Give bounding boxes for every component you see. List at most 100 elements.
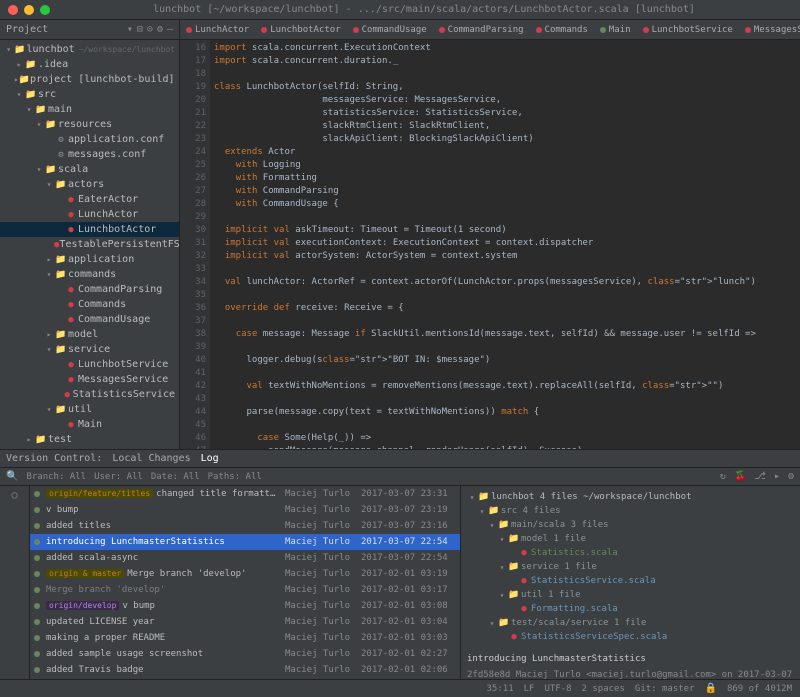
- editor-tab[interactable]: CommandUsage: [347, 20, 433, 39]
- tree-item[interactable]: ▾📁src: [0, 87, 179, 102]
- gear-icon[interactable]: ⚙: [157, 24, 163, 35]
- tree-item[interactable]: ▾📁actors: [0, 177, 179, 192]
- search-icon[interactable]: 🔍: [6, 471, 18, 482]
- editor-tab[interactable]: Commands: [530, 20, 594, 39]
- commit-row[interactable]: origin/developv bumpMaciej Turlo2017-02-…: [30, 598, 460, 614]
- tree-item[interactable]: ⚙messages.conf: [0, 147, 179, 162]
- commit-row[interactable]: added sample usage screenshotMaciej Turl…: [30, 646, 460, 662]
- commit-details: ▾📁lunchbot 4 files ~/workspace/lunchbot▾…: [460, 486, 800, 679]
- tree-item[interactable]: ▸📁project [lunchbot-build]sources root: [0, 72, 179, 87]
- dropdown-icon[interactable]: ▾: [127, 24, 133, 35]
- vcs-toolbar: ○: [0, 486, 30, 679]
- tree-item[interactable]: ▾📁resources: [0, 117, 179, 132]
- commit-row[interactable]: added Travis badgeMaciej Turlo2017-02-01…: [30, 662, 460, 678]
- indent[interactable]: 2 spaces: [582, 684, 625, 694]
- tree-item[interactable]: ▾📁commands: [0, 267, 179, 282]
- filter-paths[interactable]: Paths: All: [208, 472, 262, 482]
- changed-file-item[interactable]: ▾📁model 1 file: [467, 532, 794, 546]
- tree-item[interactable]: ▸📁test: [0, 432, 179, 447]
- statusbar: 35:11 LF UTF-8 2 spaces Git: master 🔒 86…: [0, 679, 800, 697]
- hide-icon[interactable]: —: [167, 24, 173, 35]
- editor-area: LunchActorLunchbotActorCommandUsageComma…: [180, 20, 800, 449]
- tree-item[interactable]: ●CommandUsage: [0, 312, 179, 327]
- changed-file-item[interactable]: ●Statistics.scala: [467, 546, 794, 560]
- collapse-icon[interactable]: ⊟: [137, 24, 143, 35]
- tree-item[interactable]: ▾📁lunchbot~/workspace/lunchbot: [0, 42, 179, 57]
- lock-icon[interactable]: 🔒: [705, 683, 717, 694]
- project-label: Project: [6, 24, 123, 35]
- changed-file-item[interactable]: ●StatisticsServiceSpec.scala: [467, 630, 794, 644]
- changed-files-tree[interactable]: ▾📁lunchbot 4 files ~/workspace/lunchbot▾…: [467, 490, 794, 644]
- commit-row[interactable]: origin/feature/titleschanged title forma…: [30, 486, 460, 502]
- graph-icon[interactable]: ○: [11, 490, 17, 501]
- commit-row[interactable]: introducing LunchmasterStatisticsMaciej …: [30, 534, 460, 550]
- changed-file-item[interactable]: ▾📁service 1 file: [467, 560, 794, 574]
- editor-tab[interactable]: MessagesService: [739, 20, 800, 39]
- editor-tab[interactable]: LunchActor: [180, 20, 255, 39]
- tree-item[interactable]: ▸📁application: [0, 252, 179, 267]
- vcs-tab-log[interactable]: Log: [201, 453, 219, 464]
- memory[interactable]: 869 of 4012M: [727, 684, 792, 694]
- commit-row[interactable]: v bumpMaciej Turlo2017-03-07 23:19: [30, 502, 460, 518]
- caret-position[interactable]: 35:11: [487, 684, 514, 694]
- tree-item[interactable]: ▸📁model: [0, 327, 179, 342]
- tree-item[interactable]: ●LunchActor: [0, 207, 179, 222]
- commit-row[interactable]: added scala-asyncMaciej Turlo2017-03-07 …: [30, 550, 460, 566]
- commit-detail-title: introducing LunchmasterStatistics: [467, 654, 794, 664]
- filter-branch[interactable]: Branch: All: [26, 472, 86, 482]
- code-area[interactable]: import scala.concurrent.ExecutionContext…: [210, 40, 800, 449]
- tree-item[interactable]: ●LunchbotService: [0, 357, 179, 372]
- commit-row[interactable]: making a proper READMEMaciej Turlo2017-0…: [30, 630, 460, 646]
- changed-file-item[interactable]: ▾📁src 4 files: [467, 504, 794, 518]
- changed-file-item[interactable]: ▾📁main/scala 3 files: [467, 518, 794, 532]
- tree-item[interactable]: ▾📁util: [0, 402, 179, 417]
- refresh-icon[interactable]: ↻: [720, 471, 726, 482]
- vcs-tab-local[interactable]: Local Changes: [112, 453, 190, 464]
- tree-item[interactable]: ▸📁.idea: [0, 57, 179, 72]
- changed-file-item[interactable]: ●Formatting.scala: [467, 602, 794, 616]
- zoom-window[interactable]: [40, 5, 50, 15]
- editor-tab[interactable]: LunchbotService: [637, 20, 739, 39]
- commit-row[interactable]: added titlesMaciej Turlo2017-03-07 23:16: [30, 518, 460, 534]
- changed-file-item[interactable]: ▾📁test/scala/service 1 file: [467, 616, 794, 630]
- encoding[interactable]: UTF-8: [544, 684, 571, 694]
- tree-item[interactable]: ●MessagesService: [0, 372, 179, 387]
- filter-date[interactable]: Date: All: [151, 472, 200, 482]
- tree-item[interactable]: ▾📁scala: [0, 162, 179, 177]
- tree-item[interactable]: ●TestablePersistentFSM: [0, 237, 179, 252]
- vcs-header: Version Control: Local Changes Log: [0, 450, 800, 468]
- commit-row[interactable]: Merge branch 'develop'Maciej Turlo2017-0…: [30, 582, 460, 598]
- editor[interactable]: 1617181920212223242526272829303132333435…: [180, 40, 800, 449]
- commit-list[interactable]: origin/feature/titleschanged title forma…: [30, 486, 460, 679]
- tree-item[interactable]: ●LunchbotActor: [0, 222, 179, 237]
- tree-item[interactable]: ●CommandParsing: [0, 282, 179, 297]
- editor-tab[interactable]: Main: [594, 20, 637, 39]
- tree-item[interactable]: ●Commands: [0, 297, 179, 312]
- close-window[interactable]: [8, 5, 18, 15]
- commit-detail-hash: 2fd58e8d Maciej Turlo <maciej.turlo@gmai…: [467, 670, 794, 679]
- minimize-window[interactable]: [24, 5, 34, 15]
- editor-tab[interactable]: LunchbotActor: [255, 20, 346, 39]
- tree-item[interactable]: ▾📁service: [0, 342, 179, 357]
- git-branch[interactable]: Git: master: [635, 684, 695, 694]
- project-tree[interactable]: ▾📁lunchbot~/workspace/lunchbot▸📁.idea▸📁p…: [0, 40, 179, 449]
- vcs-panel: Version Control: Local Changes Log 🔍 Bra…: [0, 449, 800, 679]
- branch-icon[interactable]: ⎇: [754, 471, 766, 482]
- vcs-filters: 🔍 Branch: All User: All Date: All Paths:…: [0, 468, 800, 486]
- tree-item[interactable]: ●StatisticsService: [0, 387, 179, 402]
- locate-icon[interactable]: ⊙: [147, 24, 153, 35]
- tree-item[interactable]: ⚙application.conf: [0, 132, 179, 147]
- tree-item[interactable]: ●EaterActor: [0, 192, 179, 207]
- line-sep[interactable]: LF: [524, 684, 535, 694]
- gear-icon[interactable]: ⚙: [788, 471, 794, 482]
- filter-user[interactable]: User: All: [94, 472, 143, 482]
- tree-item[interactable]: ▾📁main: [0, 102, 179, 117]
- editor-tab[interactable]: CommandParsing: [433, 20, 530, 39]
- commit-row[interactable]: origin & masterMerge branch 'develop'Mac…: [30, 566, 460, 582]
- cherry-pick-icon[interactable]: 🍒: [734, 471, 746, 482]
- tree-item[interactable]: ●Main: [0, 417, 179, 432]
- commit-row[interactable]: updated LICENSE yearMaciej Turlo2017-02-…: [30, 614, 460, 630]
- expand-icon[interactable]: ▸: [774, 471, 780, 482]
- changed-file-item[interactable]: ●StatisticsService.scala: [467, 574, 794, 588]
- changed-file-item[interactable]: ▾📁util 1 file: [467, 588, 794, 602]
